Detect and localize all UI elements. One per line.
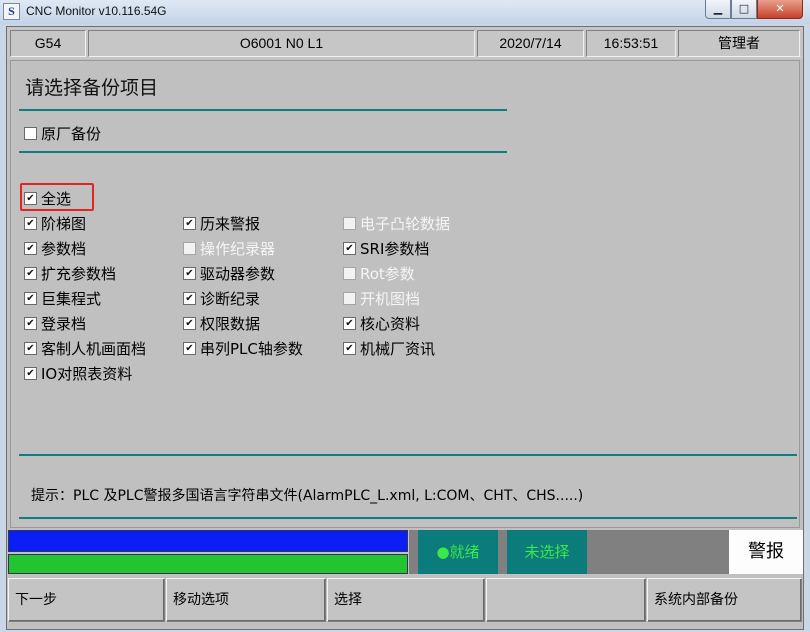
checkbox-box [24, 316, 37, 330]
checkbox-label: 巨集程式 [41, 289, 102, 308]
app-icon: S [3, 3, 20, 20]
progress-bar-blue [8, 530, 408, 552]
backup-panel: 请选择备份项目 原厂备份 全选 阶梯图 参数档 扩充参数档 巨集程式 [10, 60, 800, 528]
checkbox-label: 核心资料 [360, 314, 421, 333]
checkbox-box [24, 216, 37, 230]
checkbox-box [343, 216, 356, 230]
checkbox-label: 历来警报 [200, 214, 261, 233]
checkbox-label: 权限数据 [200, 314, 261, 333]
checkbox-label: 电子凸轮数据 [360, 214, 451, 233]
checkbox-box [343, 316, 356, 330]
checkbox-label: 阶梯图 [41, 214, 87, 233]
checkbox-label: 诊断纪录 [200, 289, 261, 308]
item-checkbox: 电子凸轮数据 [343, 214, 451, 233]
checkbox-label: 全选 [41, 189, 72, 208]
checkbox-box [24, 191, 37, 205]
internal-backup-button[interactable]: 系统内部备份 [647, 578, 802, 622]
coord-system: G54 [10, 30, 86, 57]
checkbox-box [183, 266, 196, 280]
item-checkbox[interactable]: 参数档 [24, 239, 87, 258]
item-checkbox[interactable]: 登录档 [24, 314, 87, 333]
checkbox-label: 客制人机画面档 [41, 339, 147, 358]
select-all-checkbox[interactable]: 全选 [24, 189, 72, 208]
checkbox-box [343, 266, 356, 280]
checkbox-label: 操作纪录器 [200, 239, 276, 258]
item-checkbox[interactable]: 驱动器参数 [183, 264, 276, 283]
checkbox-box [24, 266, 37, 280]
item-checkbox[interactable]: IO对照表资料 [24, 364, 133, 383]
client-area: G54 O6001 N0 L1 2020/7/14 16:53:51 管理者 请… [6, 26, 804, 630]
status-bar: G54 O6001 N0 L1 2020/7/14 16:53:51 管理者 [7, 27, 803, 59]
item-checkbox[interactable]: 诊断纪录 [183, 289, 261, 308]
item-checkbox[interactable]: 权限数据 [183, 314, 261, 333]
item-checkbox[interactable]: 串列PLC轴参数 [183, 339, 303, 358]
progress-bar-green [8, 554, 408, 574]
checkbox-label: SRI参数档 [360, 239, 430, 258]
hint-text: 提示：PLC 及PLC警报多国语言字符串文件(AlarmPLC_L.xml, L… [31, 488, 584, 504]
checkbox-box [343, 241, 356, 255]
minimize-button[interactable]: ▁ [705, 0, 731, 19]
checkbox-box [24, 291, 37, 305]
item-checkbox[interactable]: 巨集程式 [24, 289, 102, 308]
next-step-button[interactable]: 下一步 [8, 578, 165, 622]
close-button[interactable]: ✕ [757, 0, 803, 19]
alarm-indicator[interactable]: 警报 [729, 530, 803, 574]
select-button[interactable]: 选择 [327, 578, 485, 622]
checkbox-label: Rot参数 [360, 264, 415, 283]
checkbox-label: 扩充参数档 [41, 264, 117, 283]
program-info: O6001 N0 L1 [88, 30, 475, 57]
divider [19, 109, 507, 111]
checkbox-label: 串列PLC轴参数 [200, 339, 303, 358]
checkbox-label: 登录档 [41, 314, 87, 333]
checkbox-box [183, 216, 196, 230]
maximize-button[interactable]: □ [731, 0, 757, 19]
item-checkbox: 操作纪录器 [183, 239, 276, 258]
checkbox-label: 机械厂资讯 [360, 339, 436, 358]
checkbox-box [343, 291, 356, 305]
checkbox-box [24, 241, 37, 255]
window-title: CNC Monitor v10.116.54G [26, 4, 167, 18]
item-checkbox[interactable]: 阶梯图 [24, 214, 87, 233]
user-display: 管理者 [678, 30, 800, 57]
divider [19, 151, 507, 153]
page-title: 请选择备份项目 [25, 77, 159, 99]
title-bar: S CNC Monitor v10.116.54G ▁ □ ✕ [0, 0, 810, 24]
checkbox-label: 原厂备份 [41, 124, 102, 143]
checkbox-label: IO对照表资料 [41, 364, 133, 383]
item-checkbox[interactable]: 机械厂资讯 [343, 339, 436, 358]
checkbox-label: 参数档 [41, 239, 87, 258]
ready-indicator: ●就绪 [418, 530, 498, 574]
item-checkbox: 开机图档 [343, 289, 421, 308]
checkbox-box [24, 341, 37, 355]
checkbox-label: 驱动器参数 [200, 264, 276, 283]
time-display: 16:53:51 [586, 30, 676, 57]
checkbox-box [24, 366, 37, 380]
empty-function-key[interactable] [486, 578, 646, 622]
item-checkbox[interactable]: 客制人机画面档 [24, 339, 147, 358]
item-checkbox[interactable]: 核心资料 [343, 314, 421, 333]
checkbox-label: 开机图档 [360, 289, 421, 308]
checkbox-box [183, 241, 196, 255]
move-option-button[interactable]: 移动选项 [166, 578, 326, 622]
selection-indicator: 未选择 [507, 530, 587, 574]
checkbox-box [183, 341, 196, 355]
date-display: 2020/7/14 [477, 30, 584, 57]
item-checkbox[interactable]: SRI参数档 [343, 239, 430, 258]
factory-backup-checkbox[interactable]: 原厂备份 [24, 124, 102, 143]
item-checkbox[interactable]: 扩充参数档 [24, 264, 117, 283]
divider [19, 454, 797, 456]
checkbox-box [183, 316, 196, 330]
item-checkbox: Rot参数 [343, 264, 415, 283]
item-checkbox[interactable]: 历来警报 [183, 214, 261, 233]
checkbox-box [343, 341, 356, 355]
divider [19, 517, 797, 519]
checkbox-box [24, 126, 37, 140]
checkbox-box [183, 291, 196, 305]
